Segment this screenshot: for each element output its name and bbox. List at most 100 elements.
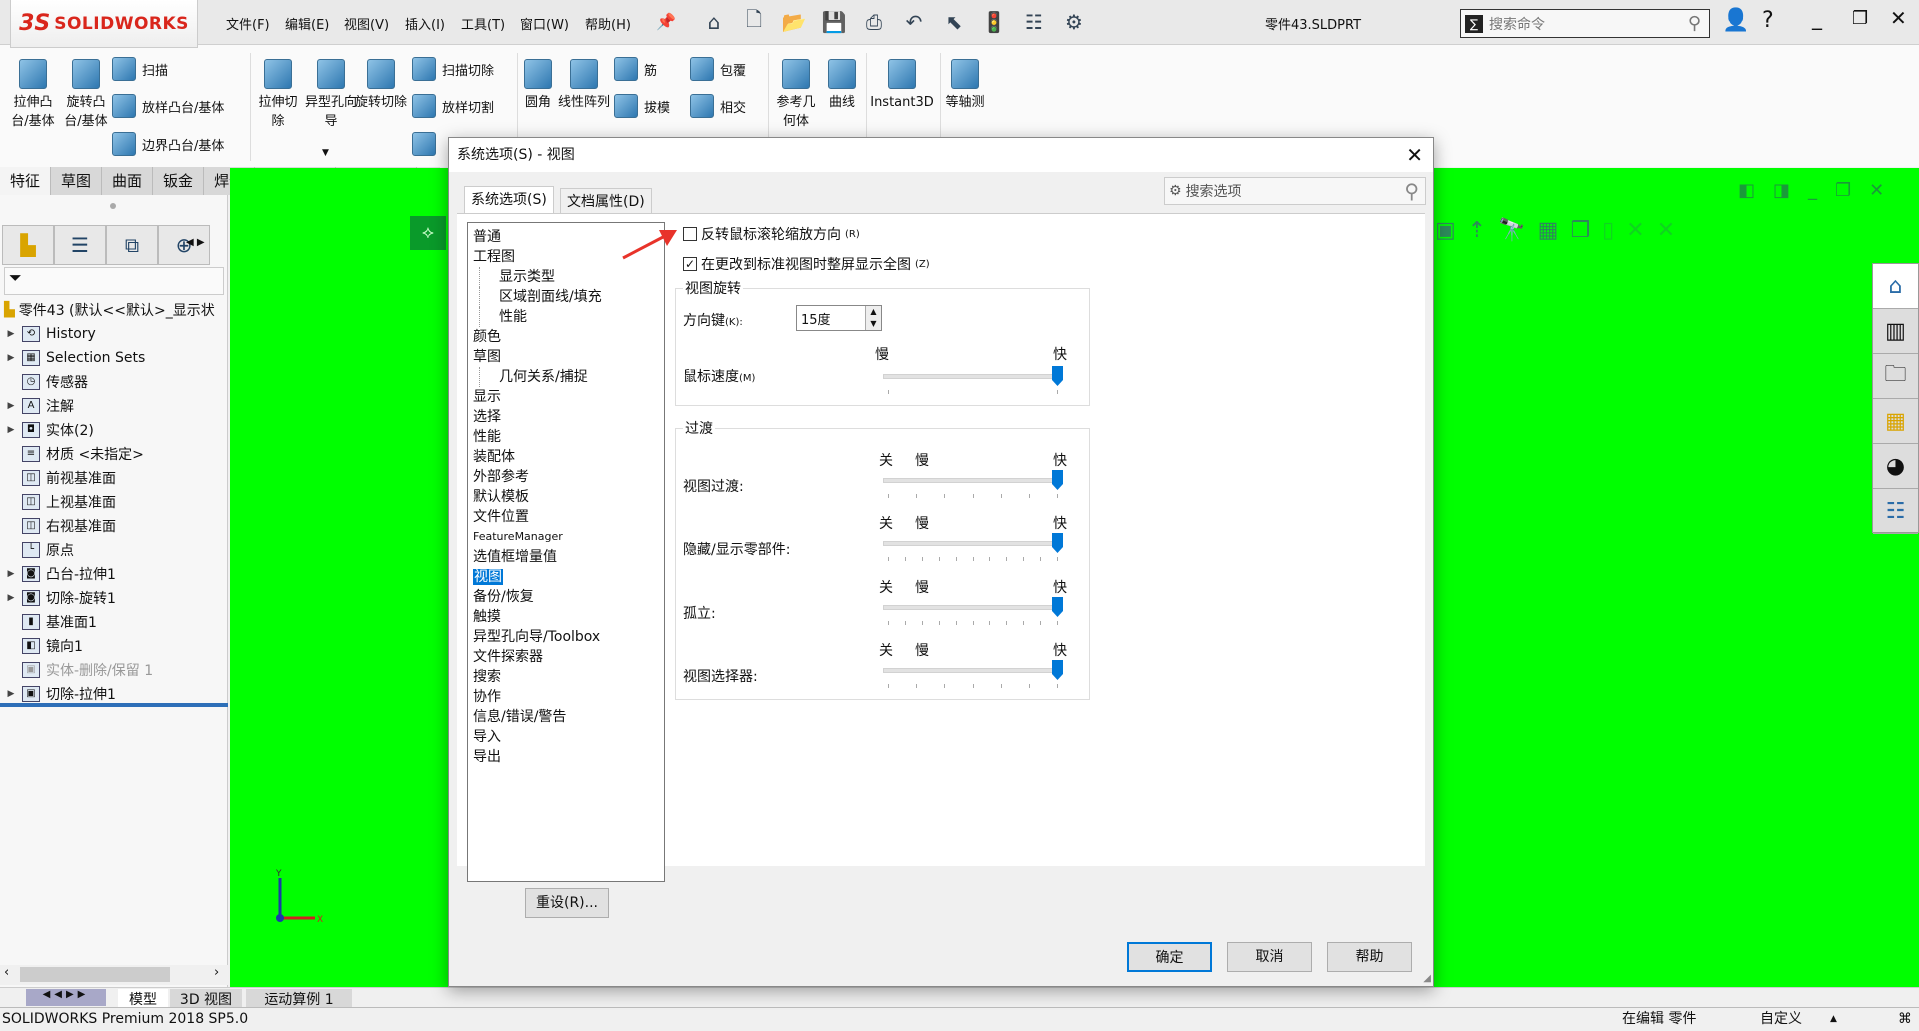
feature-tree-flyout-icon[interactable]: ⟡ xyxy=(410,216,446,250)
menu-item[interactable]: 插入(I) xyxy=(405,14,445,33)
tree-item[interactable]: └ 原点 xyxy=(0,539,74,561)
transition-slider-track[interactable] xyxy=(883,668,1063,673)
cancel-button[interactable]: 取消 xyxy=(1227,942,1312,972)
ribbon-button[interactable]: 圆角 xyxy=(520,59,556,112)
menu-item[interactable]: 窗口(W) xyxy=(520,14,569,33)
tree-item[interactable]: ▶ ◘ 实体(2) xyxy=(0,419,94,441)
menu-item[interactable]: 编辑(E) xyxy=(285,14,329,33)
options-tree-item[interactable]: 颜色 xyxy=(473,327,664,347)
tree-item[interactable]: ▶ ⟲ History xyxy=(0,323,96,345)
tree-item[interactable]: ▣ 实体-删除/保留 1 xyxy=(0,659,153,681)
minimize-icon[interactable]: _ xyxy=(1812,6,1822,30)
options-tree-item[interactable]: 外部参考 xyxy=(473,467,664,487)
restore-icon[interactable]: ❐ xyxy=(1852,8,1868,29)
tree-item[interactable]: ◫ 前视基准面 xyxy=(0,467,116,489)
boundary-cut-button[interactable] xyxy=(412,132,436,156)
options-tree-item[interactable]: 信息/错误/警告 xyxy=(473,707,664,727)
edit-appearance-icon[interactable]: ✕ xyxy=(1657,218,1675,243)
feature-manager-tab-icon[interactable]: ▙ xyxy=(2,225,54,265)
reverse-wheel-checkbox[interactable]: 反转鼠标滚轮缩放方向 (R) xyxy=(683,224,860,244)
menu-item[interactable]: 视图(V) xyxy=(344,14,389,33)
tree-root[interactable]: ▙ 零件43 (默认<<默认>_显示状 xyxy=(4,299,215,321)
expand-arrow-icon[interactable]: ▶ xyxy=(0,353,22,363)
checkbox[interactable]: ✓ xyxy=(683,257,697,271)
options-tree-item[interactable]: 选值框增量值 xyxy=(473,547,664,567)
ribbon-button[interactable]: Instant3D xyxy=(868,59,936,112)
select-icon[interactable]: ⬉ xyxy=(940,8,968,36)
mouse-speed-slider-track[interactable] xyxy=(883,374,1063,379)
options-tree-item[interactable]: 显示类型 xyxy=(479,267,664,287)
ribbon-small-button[interactable]: 扫描切除 xyxy=(412,57,494,81)
filter-icon[interactable]: ⏷ xyxy=(4,267,224,295)
options-tree-item[interactable]: 草图 xyxy=(473,347,664,367)
checkbox[interactable] xyxy=(683,227,697,241)
ribbon-small-button[interactable]: 扫描 xyxy=(112,57,168,81)
command-search-input[interactable]: ∑ 搜索命令 ⚲ xyxy=(1460,9,1710,38)
options-tree-item[interactable]: 选择 xyxy=(473,407,664,427)
viewport-minimize-icon[interactable]: _ xyxy=(1808,180,1817,201)
print-icon[interactable]: ⎙ xyxy=(860,8,888,36)
options-tree-item[interactable]: 异型孔向导/Toolbox xyxy=(473,627,664,647)
hide-show-icon[interactable]: ✕ xyxy=(1626,218,1644,243)
property-manager-tab-icon[interactable]: ☰ xyxy=(54,225,106,265)
options-tree-item[interactable]: 区域剖面线/填充 xyxy=(479,287,664,307)
home-icon[interactable]: ⌂ xyxy=(700,8,728,36)
tile-right-icon[interactable]: ◨ xyxy=(1773,180,1790,201)
ribbon-button[interactable]: 线性阵列 xyxy=(558,59,610,112)
tree-item[interactable]: ▶ A 注解 xyxy=(0,395,74,417)
options-tree-item[interactable]: 性能 xyxy=(473,427,664,447)
expand-arrow-icon[interactable]: ▶ xyxy=(0,425,22,435)
transition-slider-track[interactable] xyxy=(883,541,1063,546)
new-document-icon[interactable]: 🗋 xyxy=(740,7,768,36)
save-icon[interactable]: 💾 xyxy=(820,8,848,36)
expand-arrow-icon[interactable]: ▶ xyxy=(0,689,22,699)
options-tree-item[interactable]: 搜索 xyxy=(473,667,664,687)
tree-item[interactable]: ▶ ◙ 凸台-拉伸1 xyxy=(0,563,116,585)
options-tree-item[interactable]: 备份/恢复 xyxy=(473,587,664,607)
options-tree-item[interactable]: FeatureManager xyxy=(473,527,664,547)
design-library-icon[interactable]: ▥ xyxy=(1873,309,1918,354)
bottom-tab[interactable]: 运动算例 1 xyxy=(246,989,352,1008)
dialog-close-icon[interactable]: ✕ xyxy=(1406,138,1423,172)
ribbon-small-button[interactable]: 放样切割 xyxy=(412,94,494,118)
spinner-arrows[interactable]: ▲ ▼ xyxy=(865,306,881,330)
bottom-tab[interactable]: 模型 xyxy=(118,989,168,1008)
ribbon-small-button[interactable]: 放样凸台/基体 xyxy=(112,94,224,118)
tree-item[interactable]: ▶ ◙ 切除-旋转1 xyxy=(0,587,116,609)
ribbon-button[interactable]: 旋转切除 xyxy=(355,59,407,112)
tab-scroll-arrows[interactable]: ◀ ▶ xyxy=(186,237,205,248)
expand-arrow-icon[interactable]: ▶ xyxy=(0,569,22,579)
custom-properties-icon[interactable]: ☷ xyxy=(1873,489,1918,534)
tree-item[interactable]: ◫ 右视基准面 xyxy=(0,515,116,537)
viewport-restore-icon[interactable]: ❐ xyxy=(1835,180,1851,201)
options-tree-item[interactable]: 导入 xyxy=(473,727,664,747)
zoom-area-icon[interactable]: ⇡ xyxy=(1468,218,1486,243)
tile-left-icon[interactable]: ◧ xyxy=(1738,180,1755,201)
solidworks-resources-icon[interactable]: ⌂ xyxy=(1873,264,1918,309)
expand-arrow-icon[interactable]: ▶ xyxy=(0,401,22,411)
view-palette-icon[interactable]: ▦ xyxy=(1873,399,1918,444)
options-tree-item[interactable]: 触摸 xyxy=(473,607,664,627)
view-orientation-icon[interactable]: ❒ xyxy=(1570,218,1590,243)
ribbon-button[interactable]: 拉伸切除 xyxy=(253,59,303,131)
units-selector[interactable]: 自定义 xyxy=(1760,1008,1802,1030)
zoom-to-fit-checkbox[interactable]: ✓ 在更改到标准视图时整屏显示全图 (Z) xyxy=(683,254,930,274)
options-tree-item[interactable]: 协作 xyxy=(473,687,664,707)
options-tree-item[interactable]: 文件探索器 xyxy=(473,647,664,667)
file-properties-icon[interactable]: ☷ xyxy=(1020,8,1048,36)
ribbon-button[interactable]: 拉伸凸台/基体 xyxy=(8,59,58,131)
options-tree-item[interactable]: 文件位置 xyxy=(473,507,664,527)
ribbon-button[interactable]: 异型孔向导 xyxy=(305,59,357,131)
arrow-keys-spinner[interactable]: 15度 ▲ ▼ xyxy=(796,305,882,331)
rebuild-icon[interactable]: 🚦 xyxy=(980,8,1008,36)
ribbon-button[interactable]: 旋转凸台/基体 xyxy=(60,59,112,131)
ribbon-small-button[interactable]: 拔模 xyxy=(614,94,670,118)
options-tree-item[interactable]: 默认模板 xyxy=(473,487,664,507)
help-button[interactable]: 帮助 xyxy=(1327,942,1412,972)
tree-item[interactable]: ◷ 传感器 xyxy=(0,371,88,393)
zoom-to-fit-icon[interactable]: ▣ xyxy=(1435,218,1456,243)
options-tree-item[interactable]: 显示 xyxy=(473,387,664,407)
ok-button[interactable]: 确定 xyxy=(1127,942,1212,972)
options-tree-item[interactable]: 几何关系/捕捉 xyxy=(479,367,664,387)
transition-slider-track[interactable] xyxy=(883,605,1063,610)
